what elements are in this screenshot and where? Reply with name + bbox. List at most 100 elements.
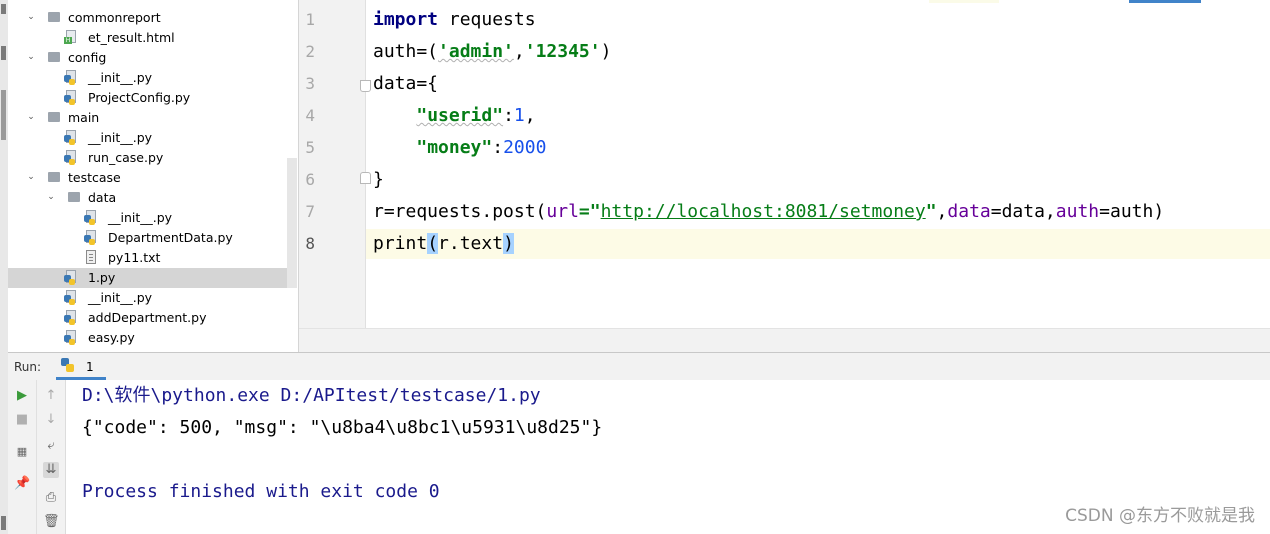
tree-file[interactable]: easy.py <box>8 328 297 348</box>
tree-item-label: __init__.py <box>88 130 153 145</box>
line-number: 6 <box>305 170 315 189</box>
run-tab[interactable]: 1 <box>56 353 106 380</box>
code-token: ( <box>427 233 439 254</box>
code-token: =auth) <box>1099 201 1165 222</box>
watermark: CSDN @东方不败就是我 <box>1065 506 1255 526</box>
code-line[interactable]: "money":2000 <box>373 136 546 160</box>
code-line[interactable]: print(r.text) <box>373 232 514 256</box>
arrow-down-icon[interactable]: ↓ <box>43 412 59 428</box>
tree-item-label: testcase <box>68 170 121 185</box>
code-token: 'admin' <box>438 41 514 62</box>
tree-file[interactable]: addDepartment.py <box>8 308 297 328</box>
code-token: : <box>503 105 514 126</box>
scroll-to-end-icon[interactable]: ⇊ <box>43 462 59 478</box>
chevron-down-icon[interactable]: ⌄ <box>26 111 36 123</box>
code-line[interactable]: auth=('admin','12345') <box>373 40 611 64</box>
tree-folder[interactable]: ⌄ main <box>8 108 297 128</box>
line-number-gutter: 1 2 3 4 5 6 7 8 <box>299 0 366 328</box>
html-file-icon: H <box>64 30 77 45</box>
stop-icon[interactable]: ■ <box>14 412 30 428</box>
tree-file[interactable]: 1.py <box>8 268 297 288</box>
line-number: 3 <box>305 74 315 93</box>
code-line[interactable]: import requests <box>373 8 536 32</box>
tree-file[interactable]: run_case.py <box>8 148 297 168</box>
editor-active-tab-indicator <box>1129 0 1201 3</box>
structure-tab-marker[interactable] <box>1 4 6 14</box>
code-token: , <box>524 105 536 126</box>
tree-file[interactable]: __init__.py <box>8 208 297 228</box>
soft-wrap-icon[interactable]: ⤶ <box>43 438 59 454</box>
run-tab-label: 1 <box>86 360 94 374</box>
play-icon[interactable]: ▶ <box>14 388 30 404</box>
tree-scrollbar[interactable] <box>287 158 297 288</box>
run-toolbar-secondary: ↑ ↓ ⤶ ⇊ ⎙ 🗑 <box>37 380 66 534</box>
python-file-icon <box>64 310 78 325</box>
line-number: 1 <box>305 10 315 29</box>
project-tree: ⌄ commonreport Het_result.html ⌄ config __ini… <box>8 0 297 352</box>
tree-file[interactable]: ProjectConfig.py <box>8 88 297 108</box>
print-icon[interactable]: ⎙ <box>43 490 59 506</box>
chevron-down-icon[interactable]: ⌄ <box>26 11 36 23</box>
chevron-down-icon[interactable]: ⌄ <box>26 171 36 183</box>
folder-icon <box>48 112 60 122</box>
tree-file[interactable]: Het_result.html <box>8 28 297 48</box>
arrow-up-icon[interactable]: ↑ <box>43 388 59 404</box>
code-token: , <box>513 41 525 62</box>
fold-close-icon[interactable] <box>360 172 371 184</box>
python-file-icon <box>64 150 78 165</box>
code-token: import <box>373 9 439 30</box>
tree-file[interactable]: __init__.py <box>8 288 297 308</box>
code-editor[interactable]: 12345678 import requests auth=('admin','1… <box>298 0 1270 353</box>
tree-file[interactable]: __init__.py <box>8 68 297 88</box>
code-token: http://localhost:8081/setmoney <box>600 201 926 222</box>
tree-file[interactable]: __init__.py <box>8 128 297 148</box>
bottom-tab-marker[interactable] <box>1 516 6 530</box>
code-line[interactable]: } <box>373 168 384 192</box>
tree-item-label: commonreport <box>68 10 161 25</box>
ide-window: ⌄ commonreport Het_result.html ⌄ config __ini… <box>0 0 1270 534</box>
tree-folder[interactable]: ⌄ config <box>8 48 297 68</box>
tree-item-label: ProjectConfig.py <box>88 90 191 105</box>
tree-item-label: __init__.py <box>88 290 153 305</box>
code-line[interactable]: r=requests.post(url="http://localhost:80… <box>373 200 1164 224</box>
tree-folder[interactable]: ⌄ data <box>8 188 297 208</box>
text-file-icon <box>86 250 96 264</box>
chevron-down-icon[interactable]: ⌄ <box>26 51 36 63</box>
code-token: 1 <box>513 105 525 126</box>
python-file-icon <box>84 230 98 245</box>
tree-folder[interactable]: ⌄ testcase <box>8 168 297 188</box>
project-tab-marker[interactable] <box>1 46 6 60</box>
tree-item-label: easy.py <box>88 330 135 345</box>
code-token: " <box>925 201 937 222</box>
chevron-down-icon[interactable]: ⌄ <box>46 191 56 203</box>
tree-item-label: __init__.py <box>88 70 153 85</box>
editor-tab-highlight <box>929 0 999 3</box>
tree-folder[interactable]: ⌄ commonreport <box>8 8 297 28</box>
python-file-icon <box>64 90 78 105</box>
code-token: requests <box>438 9 536 30</box>
layout-icon[interactable]: ▦ <box>14 444 30 460</box>
tree-file[interactable]: DepartmentData.py <box>8 228 297 248</box>
code-token: "userid" <box>416 105 504 126</box>
code-token: 2000 <box>503 137 547 158</box>
tree-file[interactable]: py11.txt <box>8 248 297 268</box>
trash-icon[interactable]: 🗑 <box>43 514 60 530</box>
line-number: 4 <box>305 106 315 125</box>
tree-item-label: __init__.py <box>108 210 173 225</box>
code-token: "money" <box>416 137 493 158</box>
code-token: , <box>936 201 948 222</box>
python-file-icon <box>64 70 78 85</box>
tree-item-label: config <box>68 50 107 65</box>
code-token: r.text <box>438 233 504 254</box>
code-token: print <box>373 233 428 254</box>
code-token: : <box>492 137 504 158</box>
pin-icon[interactable]: 📌 <box>14 476 30 492</box>
code-line[interactable]: "userid":1, <box>373 104 536 128</box>
code-line[interactable]: data={ <box>373 72 438 96</box>
code-token: r=requests.post( <box>373 201 547 222</box>
favorites-tab-marker[interactable] <box>1 90 6 140</box>
fold-open-icon[interactable] <box>360 80 371 92</box>
code-token: ) <box>600 41 612 62</box>
editor-breadcrumb-bar <box>299 328 1270 353</box>
tree-item-label: addDepartment.py <box>88 310 207 325</box>
